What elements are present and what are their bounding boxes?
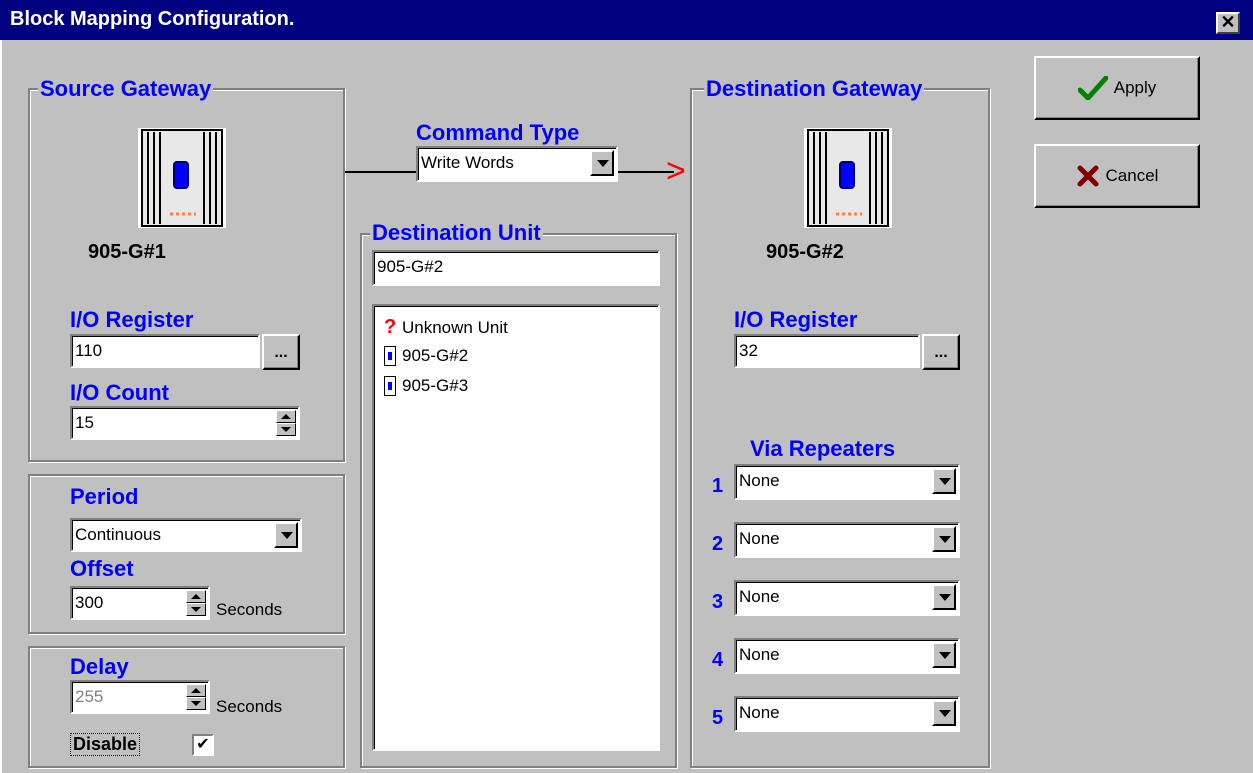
- repeater-number: 2: [712, 533, 724, 555]
- repeater-dropdown-arrow[interactable]: [932, 642, 956, 668]
- list-item[interactable]: ? Unknown Unit: [384, 316, 508, 339]
- repeater-number: 1: [712, 475, 724, 497]
- destination-io-register-label: I/O Register: [734, 307, 858, 332]
- cancel-label: Cancel: [1105, 166, 1159, 185]
- offset-spinner[interactable]: [186, 590, 206, 616]
- source-io-count-value: 15: [75, 413, 94, 432]
- repeater-select-3[interactable]: None: [734, 580, 960, 616]
- destination-io-register-field[interactable]: 32: [734, 334, 920, 368]
- connector-arrow-icon: >: [666, 152, 686, 190]
- title-bar: Block Mapping Configuration. ✕: [0, 0, 1253, 40]
- cancel-x-icon: [1077, 165, 1099, 187]
- apply-button[interactable]: Apply: [1034, 56, 1200, 120]
- close-icon: ✕: [1220, 12, 1236, 32]
- list-item-label: Unknown Unit: [402, 317, 508, 337]
- checkmark-icon: ✔: [196, 736, 210, 753]
- offset-field[interactable]: 300: [70, 586, 210, 620]
- destination-unit-list[interactable]: ? Unknown Unit 905-G#2 905-G#3: [372, 304, 660, 751]
- command-type-select[interactable]: Write Words: [416, 146, 618, 182]
- repeater-select-2[interactable]: None: [734, 522, 960, 558]
- source-io-register-label: I/O Register: [70, 307, 194, 332]
- apply-label: Apply: [1113, 78, 1157, 97]
- source-io-count-label: I/O Count: [70, 380, 169, 405]
- list-item-label: 905-G#3: [402, 376, 469, 395]
- destination-gateway-icon: [804, 128, 892, 228]
- repeater-value: None: [739, 703, 780, 722]
- delay-spinner: [186, 684, 206, 710]
- repeater-value: None: [739, 529, 780, 548]
- destination-unit-legend: Destination Unit: [370, 220, 543, 246]
- repeater-value: None: [739, 471, 780, 490]
- source-io-register-field[interactable]: 110: [70, 334, 260, 368]
- source-gateway-icon: [138, 128, 226, 228]
- offset-label: Offset: [70, 556, 134, 581]
- command-type-value: Write Words: [421, 153, 514, 172]
- period-dropdown-arrow[interactable]: [274, 522, 298, 548]
- unit-icon: [384, 346, 396, 366]
- repeater-select-4[interactable]: None: [734, 638, 960, 674]
- close-button[interactable]: ✕: [1216, 12, 1240, 34]
- repeater-select-1[interactable]: None: [734, 464, 960, 500]
- offset-value: 300: [75, 593, 104, 612]
- delay-value: 255: [75, 687, 104, 706]
- cancel-button[interactable]: Cancel: [1034, 144, 1200, 208]
- source-io-count-field[interactable]: 15: [70, 406, 300, 440]
- via-repeaters-label: Via Repeaters: [750, 436, 896, 461]
- delay-field: 255: [70, 680, 210, 714]
- disable-label[interactable]: Disable: [70, 733, 141, 756]
- question-icon: ?: [384, 316, 397, 338]
- destination-unit-name: 905-G#2: [766, 241, 844, 263]
- delay-label: Delay: [70, 654, 129, 679]
- period-select[interactable]: Continuous: [70, 518, 302, 552]
- repeater-number: 4: [712, 649, 724, 671]
- destination-io-register-browse-button[interactable]: ...: [922, 334, 960, 370]
- repeater-dropdown-arrow[interactable]: [932, 526, 956, 552]
- disable-checkbox[interactable]: ✔: [192, 734, 214, 756]
- destination-unit-field[interactable]: 905-G#2: [372, 250, 660, 286]
- unit-icon: [384, 376, 396, 396]
- repeater-number: 3: [712, 591, 724, 613]
- connector-line-left: [345, 171, 417, 173]
- list-item-label: 905-G#2: [402, 346, 469, 365]
- repeater-value: None: [739, 587, 780, 606]
- destination-gateway-legend: Destination Gateway: [704, 76, 925, 102]
- list-item[interactable]: 905-G#2: [384, 346, 468, 366]
- repeater-number: 5: [712, 707, 724, 729]
- checkmark-icon: [1077, 76, 1108, 100]
- repeater-select-5[interactable]: None: [734, 696, 960, 732]
- source-io-count-spinner[interactable]: [276, 410, 296, 436]
- period-label: Period: [70, 484, 139, 509]
- repeater-dropdown-arrow[interactable]: [932, 700, 956, 726]
- command-type-label: Command Type: [416, 120, 580, 145]
- offset-unit-label: Seconds: [216, 600, 283, 619]
- source-gateway-legend: Source Gateway: [38, 76, 214, 102]
- period-value: Continuous: [75, 525, 162, 544]
- repeater-dropdown-arrow[interactable]: [932, 468, 956, 494]
- delay-unit-label: Seconds: [216, 697, 283, 716]
- repeater-value: None: [739, 645, 780, 664]
- source-unit-name: 905-G#1: [88, 241, 166, 263]
- list-item[interactable]: 905-G#3: [384, 376, 468, 396]
- window-title: Block Mapping Configuration.: [10, 8, 295, 30]
- command-type-dropdown-arrow[interactable]: [590, 150, 614, 176]
- source-io-register-browse-button[interactable]: ...: [262, 334, 300, 370]
- repeater-dropdown-arrow[interactable]: [932, 584, 956, 610]
